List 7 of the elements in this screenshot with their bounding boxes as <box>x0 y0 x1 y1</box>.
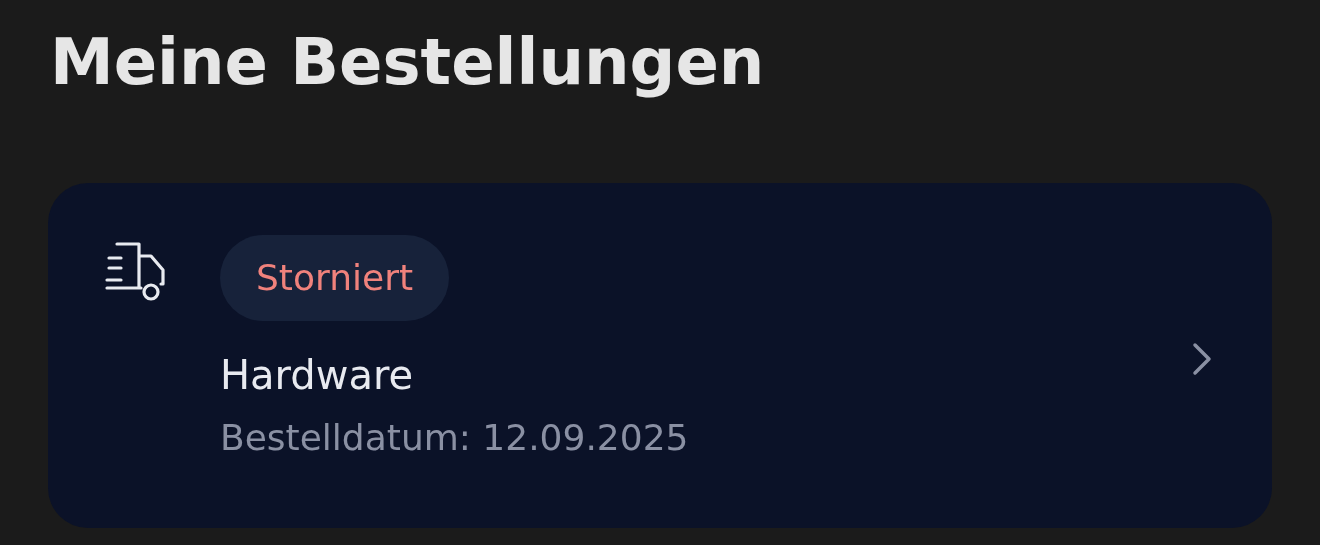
status-badge: Storniert <box>220 235 450 321</box>
chevron-right-icon <box>1192 342 1212 376</box>
order-date: Bestelldatum: 12.09.2025 <box>220 416 689 460</box>
truck-icon <box>105 240 167 302</box>
order-title: Hardware <box>220 351 414 400</box>
page-title: Meine Bestellungen <box>50 24 766 101</box>
order-card[interactable]: Storniert Hardware Bestelldatum: 12.09.2025 <box>48 183 1272 528</box>
